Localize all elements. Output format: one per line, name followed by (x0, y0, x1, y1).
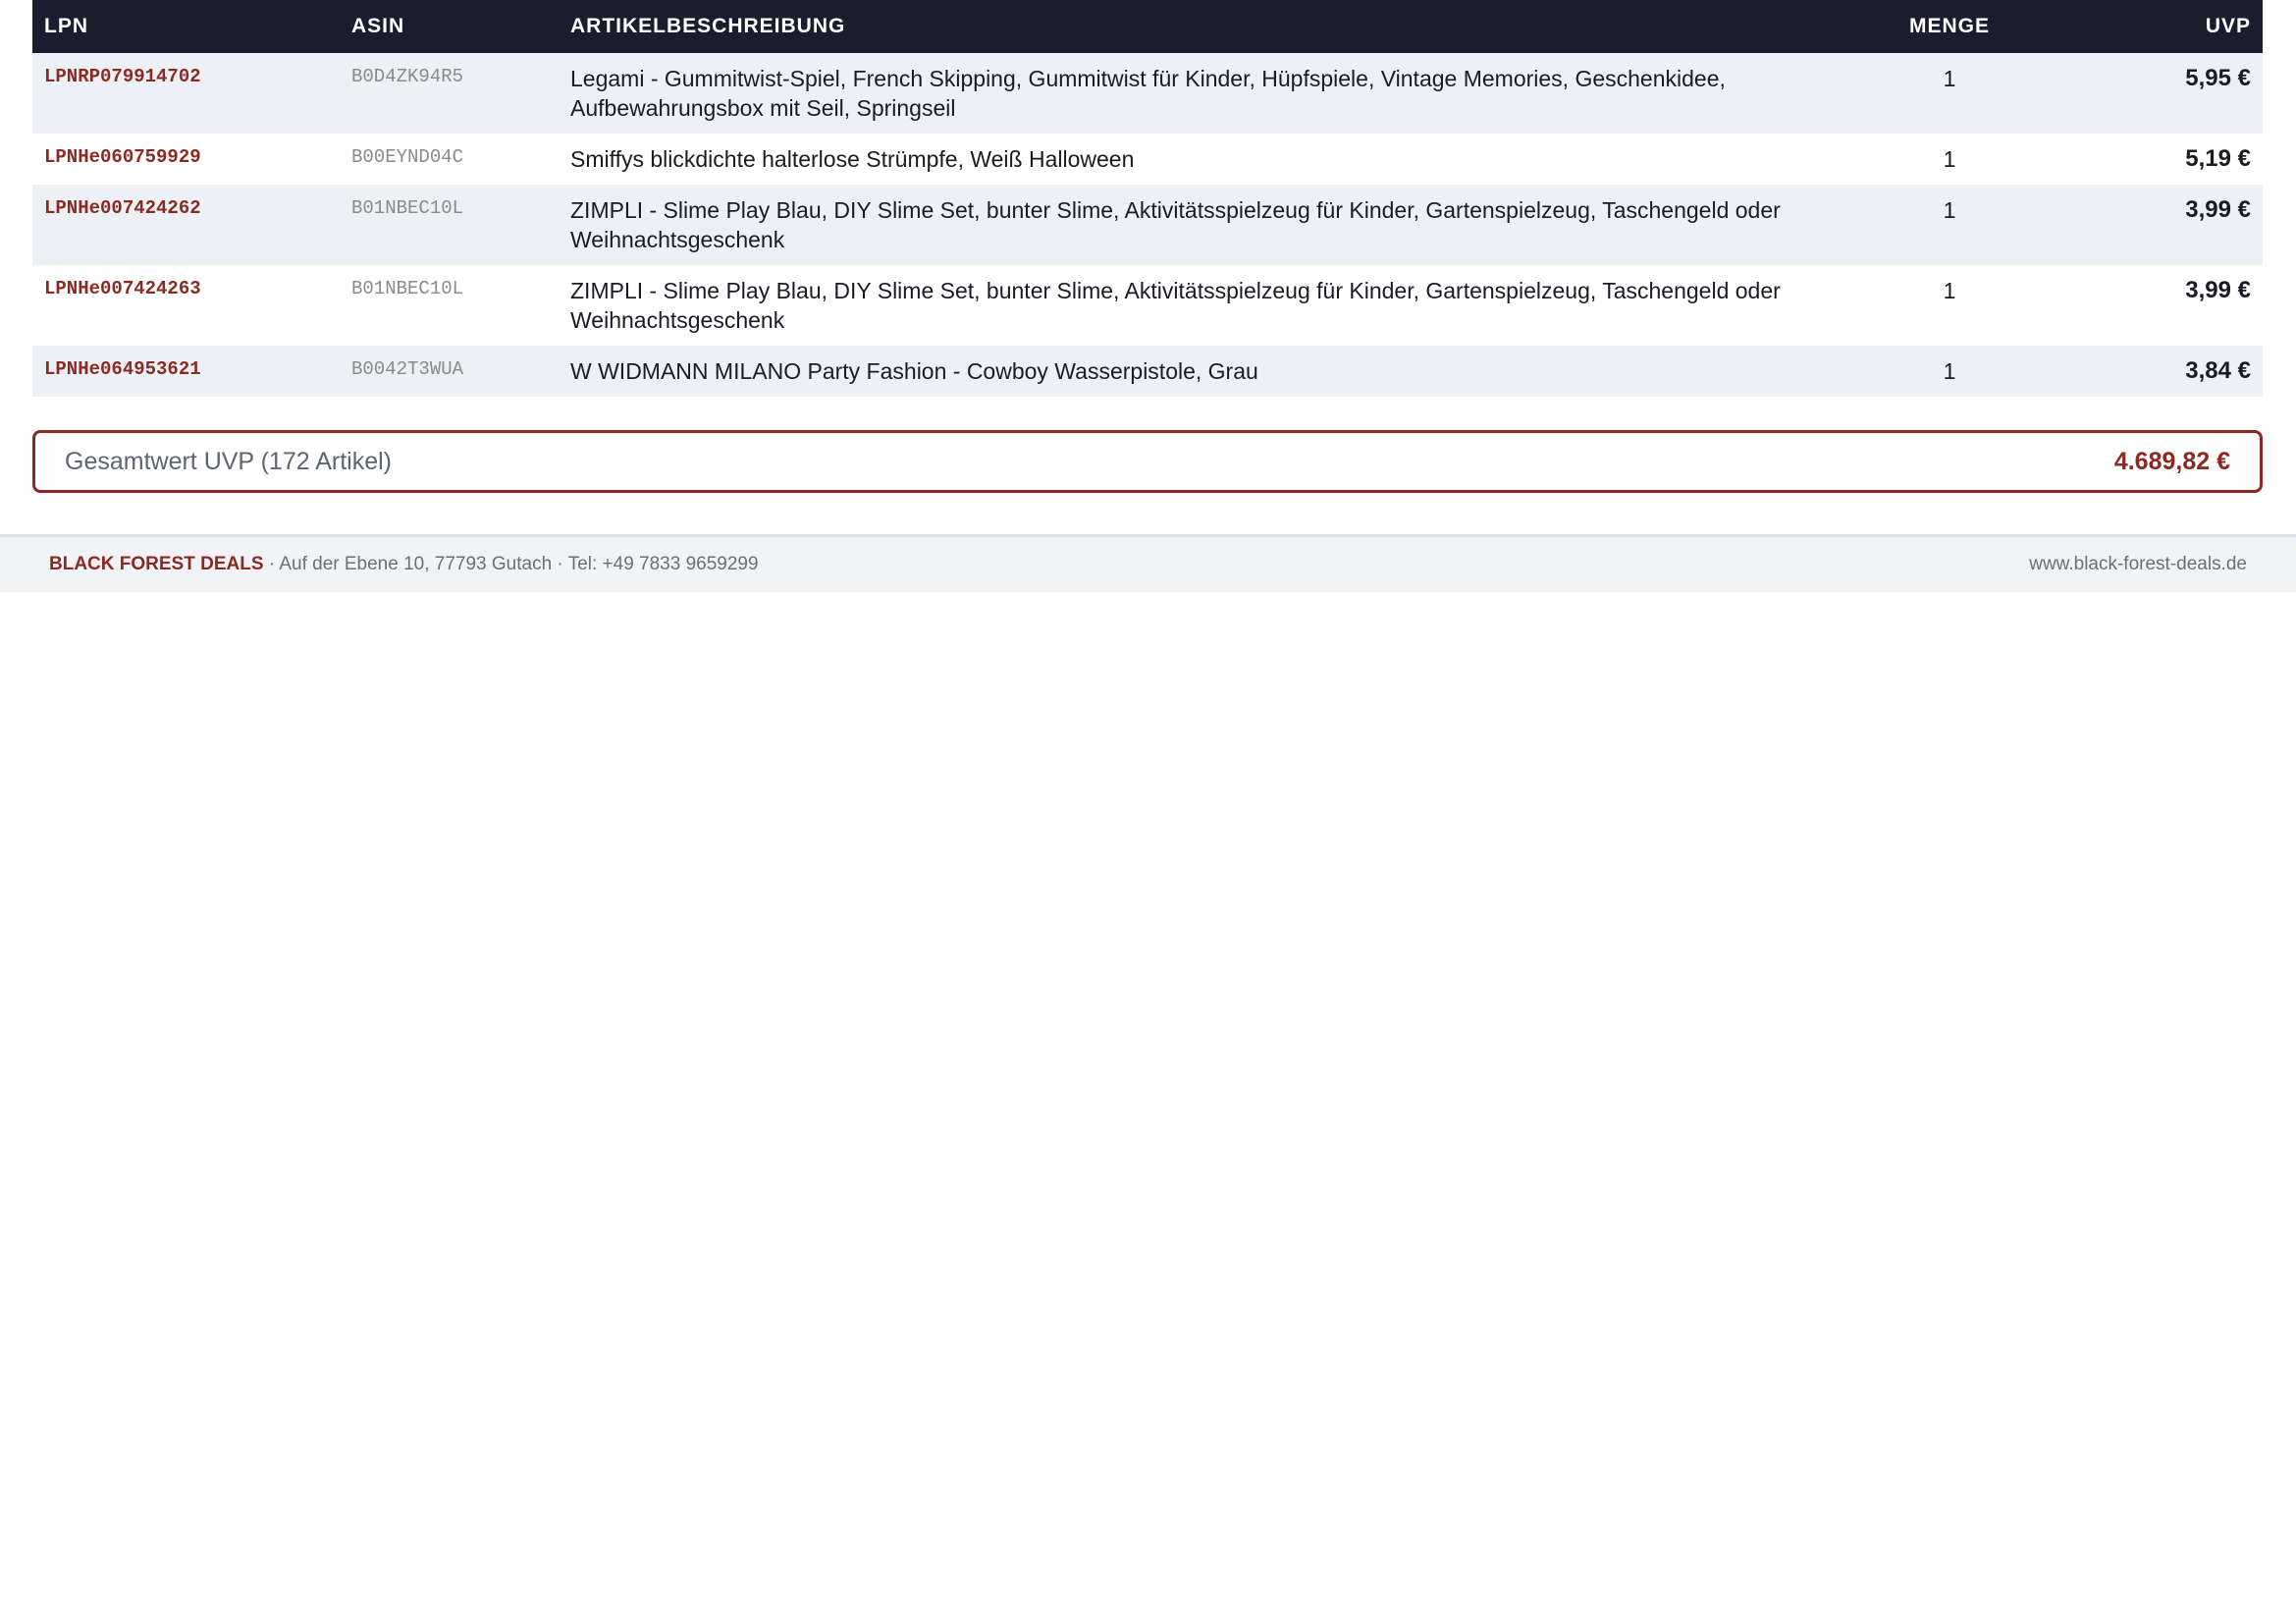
table-row: LPNHe007424263 B01NBEC10L ZIMPLI - Slime… (32, 265, 2263, 346)
cell-price: 3,99 € (2185, 277, 2251, 303)
total-label: Gesamtwert UVP (172 Artikel) (65, 447, 392, 475)
cell-price: 3,84 € (2185, 357, 2251, 384)
cell-asin: B0D4ZK94R5 (351, 66, 464, 87)
table-row: LPNHe007424262 B01NBEC10L ZIMPLI - Slime… (32, 185, 2263, 265)
cell-price: 3,99 € (2185, 196, 2251, 223)
cell-quantity: 1 (1943, 146, 1956, 172)
header-quantity: MENGE (1908, 15, 1990, 37)
header-price: UVP (2205, 15, 2251, 37)
cell-price: 5,19 € (2185, 145, 2251, 172)
footer-company-info: BLACK FOREST DEALS · Auf der Ebene 10, 7… (49, 554, 759, 575)
cell-lpn: LPNRP079914702 (44, 66, 201, 87)
cell-asin: B0042T3WUA (351, 358, 464, 380)
items-table-container: LPN ASIN ARTIKELBESCHREIBUNG MENGE UVP L… (32, 0, 2263, 397)
cell-lpn: LPNHe064953621 (44, 358, 201, 380)
cell-description: Legami - Gummitwist-Spiel, French Skippi… (570, 66, 1726, 121)
table-header: LPN ASIN ARTIKELBESCHREIBUNG MENGE UVP (32, 0, 2263, 53)
header-lpn: LPN (44, 15, 88, 37)
table-row: LPNHe060759929 B00EYND04C Smiffys blickd… (32, 134, 2263, 185)
cell-description: Smiffys blickdichte halterlose Strümpfe,… (570, 146, 1135, 172)
cell-asin: B01NBEC10L (351, 278, 464, 299)
header-asin: ASIN (351, 15, 405, 37)
cell-lpn: LPNHe007424263 (44, 278, 201, 299)
packing-list-page: LPN ASIN ARTIKELBESCHREIBUNG MENGE UVP L… (0, 0, 2296, 1624)
cell-asin: B00EYND04C (351, 146, 464, 168)
cell-quantity: 1 (1943, 197, 1956, 223)
cell-quantity: 1 (1943, 278, 1956, 303)
cell-quantity: 1 (1943, 358, 1956, 384)
cell-quantity: 1 (1943, 66, 1956, 91)
footer-website-link[interactable]: www.black-forest-deals.de (2029, 554, 2247, 575)
cell-asin: B01NBEC10L (351, 197, 464, 219)
table-header-row: LPN ASIN ARTIKELBESCHREIBUNG MENGE UVP (32, 0, 2263, 53)
header-description: ARTIKELBESCHREIBUNG (570, 15, 846, 37)
table-row: LPNRP079914702 B0D4ZK94R5 Legami - Gummi… (32, 53, 2263, 134)
footer-address: · Auf der Ebene 10, 77793 Gutach · Tel: … (263, 554, 759, 574)
cell-lpn: LPNHe060759929 (44, 146, 201, 168)
cell-price: 5,95 € (2185, 65, 2251, 91)
items-table: LPN ASIN ARTIKELBESCHREIBUNG MENGE UVP L… (32, 0, 2263, 397)
page-footer: BLACK FOREST DEALS · Auf der Ebene 10, 7… (0, 534, 2296, 592)
total-value: 4.689,82 € (2113, 447, 2230, 475)
cell-description: ZIMPLI - Slime Play Blau, DIY Slime Set,… (570, 278, 1781, 333)
table-row: LPNHe064953621 B0042T3WUA W WIDMANN MILA… (32, 346, 2263, 397)
cell-description: W WIDMANN MILANO Party Fashion - Cowboy … (570, 358, 1258, 384)
cell-lpn: LPNHe007424262 (44, 197, 201, 219)
cell-description: ZIMPLI - Slime Play Blau, DIY Slime Set,… (570, 197, 1781, 252)
table-body: LPNRP079914702 B0D4ZK94R5 Legami - Gummi… (32, 53, 2263, 397)
total-summary-box: Gesamtwert UVP (172 Artikel) 4.689,82 € (32, 430, 2263, 493)
footer-brand-name: BLACK FOREST DEALS (49, 554, 264, 574)
